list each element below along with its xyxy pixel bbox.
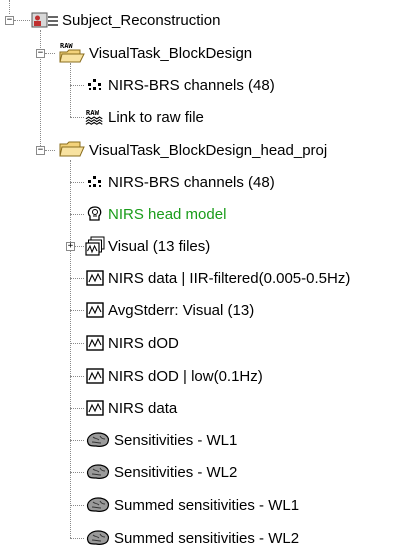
tree-connector [70,278,84,279]
tree-connector [45,150,55,151]
tree-node-label: VisualTask_BlockDesign [89,44,253,62]
data-icon [85,366,105,386]
tree-connector [70,408,84,409]
tree-node-label: NIRS data | IIR-filtered(0.005-0.5Hz) [108,269,351,287]
tree-connector [70,440,84,441]
tree-connector [14,20,30,21]
tree-node-label: Visual (13 files) [108,237,211,255]
tree-connector [70,117,84,118]
tree-node-label: Summed sensitivities - WL1 [114,496,300,514]
expand-toggle[interactable]: + [66,242,75,251]
brain-icon [85,462,111,482]
data-icon [85,398,105,418]
tree-connector [70,376,84,377]
tree-node-label: VisualTask_BlockDesign_head_proj [89,141,328,159]
tree-node-data[interactable]: NIRS dOD [85,331,179,355]
tree-node-data[interactable]: NIRS dOD | low(0.1Hz) [85,364,263,388]
tree-connector [70,472,84,473]
tree-node-label: NIRS-BRS channels (48) [108,76,275,94]
tree-node-label: Link to raw file [108,108,204,126]
subject-icon [31,10,59,30]
tree-connector [70,63,71,117]
database-tree: − − − + Subject_Reconstruction RAW Visua… [0,0,400,558]
tree-node-label: Sensitivities - WL1 [114,431,238,449]
brain-icon [85,528,111,548]
tree-node-sensitivity[interactable]: Sensitivities - WL1 [85,428,237,452]
channels-icon [85,75,105,95]
tree-node-label: Subject_Reconstruction [62,11,221,29]
tree-node-label: NIRS-BRS channels (48) [108,173,275,191]
tree-node-label: Summed sensitivities - WL2 [114,529,300,547]
tree-node-sensitivity[interactable]: Summed sensitivities - WL1 [85,493,299,517]
tree-node-sensitivity[interactable]: Sensitivities - WL2 [85,460,237,484]
tree-connector [70,182,84,183]
tree-node-raw-link[interactable]: RAW Link to raw file [85,105,204,129]
tree-connector [70,538,84,539]
tree-connector [45,53,55,54]
tree-node-data[interactable]: NIRS data | IIR-filtered(0.005-0.5Hz) [85,266,350,290]
tree-node-data[interactable]: AvgStderr: Visual (13) [85,298,254,322]
svg-text:RAW: RAW [86,108,100,117]
tree-node-label: AvgStderr: Visual (13) [108,301,255,319]
tree-connector [70,505,84,506]
svg-text:RAW: RAW [60,42,73,50]
data-list-icon [85,236,105,256]
tree-node-head-model[interactable]: NIRS head model [85,202,226,226]
tree-connector [74,246,84,247]
tree-node-data-list[interactable]: Visual (13 files) [85,234,210,258]
tree-connector [70,160,71,538]
tree-connector [9,0,10,14]
tree-connector [70,85,84,86]
tree-node-data[interactable]: NIRS data [85,396,177,420]
tree-node-channels[interactable]: NIRS-BRS channels (48) [85,73,275,97]
brain-icon [85,430,111,450]
raw-link-icon: RAW [85,107,105,127]
tree-node-label: NIRS head model [108,205,227,223]
tree-connector [70,310,84,311]
brain-icon [85,495,111,515]
tree-node-condition[interactable]: VisualTask_BlockDesign_head_proj [58,138,327,162]
tree-node-label: NIRS dOD | low(0.1Hz) [108,367,263,385]
channels-icon [85,172,105,192]
folder-open-icon [58,140,86,160]
tree-node-label: NIRS data [108,399,178,417]
collapse-toggle[interactable]: − [36,49,45,58]
tree-node-channels[interactable]: NIRS-BRS channels (48) [85,170,275,194]
tree-connector [70,214,84,215]
data-icon [85,268,105,288]
raw-folder-icon: RAW [58,41,86,65]
tree-node-sensitivity[interactable]: Summed sensitivities - WL2 [85,526,299,550]
tree-node-condition[interactable]: RAW VisualTask_BlockDesign [58,41,252,65]
tree-node-label: NIRS dOD [108,334,179,352]
tree-connector [70,343,84,344]
tree-node-label: Sensitivities - WL2 [114,463,238,481]
data-icon [85,333,105,353]
collapse-toggle[interactable]: − [36,146,45,155]
tree-node-subject[interactable]: Subject_Reconstruction [31,8,220,32]
data-icon [85,300,105,320]
head-model-icon [85,204,105,224]
collapse-toggle[interactable]: − [5,16,14,25]
